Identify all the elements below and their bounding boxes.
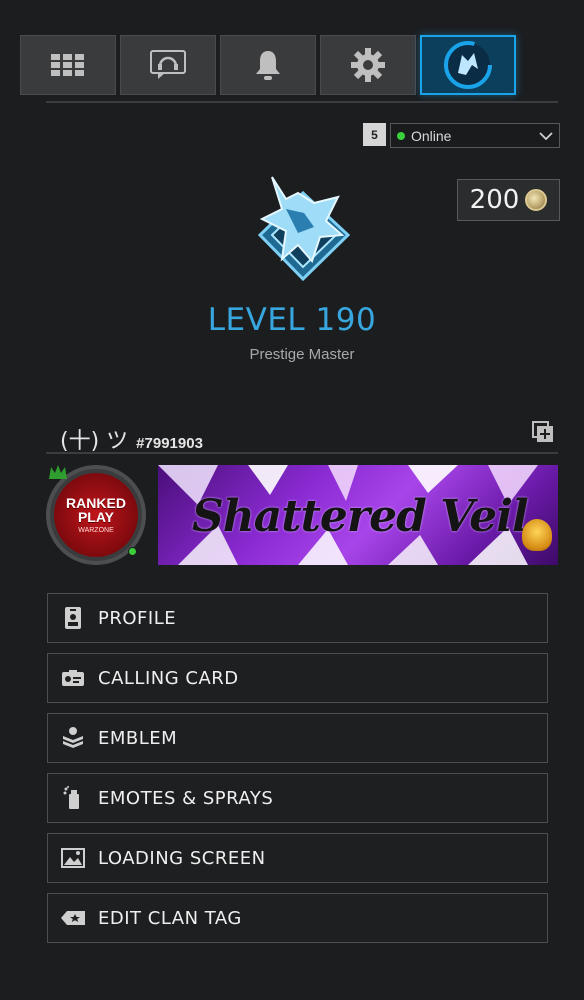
player-id: #7991903 — [136, 435, 203, 452]
gear-icon — [351, 48, 385, 82]
spray-can-icon — [48, 786, 98, 810]
top-nav-tabs — [20, 35, 516, 95]
card-icon — [48, 669, 98, 687]
rank-emblem — [252, 175, 354, 293]
player-level: LEVEL 190 — [207, 302, 377, 338]
menu-item-label: EDIT CLAN TAG — [98, 907, 242, 929]
identity-divider — [46, 452, 558, 454]
calling-card-banner[interactable]: Shattered Veil — [158, 465, 558, 565]
menu-item-label: LOADING SCREEN — [98, 847, 266, 869]
menu-item-edit-clan-tag[interactable]: EDIT CLAN TAG — [47, 893, 548, 943]
cod-points-value: 200 — [469, 185, 520, 215]
grid-icon — [51, 54, 85, 76]
menu-item-calling-card[interactable]: CALLING CARD — [47, 653, 548, 703]
status-dropdown-label: Online — [411, 127, 452, 144]
menu-item-label: EMOTES & SPRAYS — [98, 787, 274, 809]
player-identity: (十) ツ #7991903 — [60, 423, 203, 455]
cod-points-balance[interactable]: 200 — [457, 179, 560, 221]
bell-icon — [254, 49, 282, 81]
tab-settings[interactable] — [320, 35, 416, 95]
emblem-online-dot — [128, 547, 137, 556]
status-row: 5 Online — [363, 123, 560, 148]
menu-item-profile[interactable]: PROFILE — [47, 593, 548, 643]
menu-item-loading-screen[interactable]: LOADING SCREEN — [47, 833, 548, 883]
menu-item-emblem[interactable]: EMBLEM — [47, 713, 548, 763]
menu-item-emotes-sprays[interactable]: EMOTES & SPRAYS — [47, 773, 548, 823]
menu-item-label: EMBLEM — [98, 727, 178, 749]
tag-icon — [48, 910, 98, 926]
header-divider — [46, 101, 558, 103]
id-badge-icon — [48, 606, 98, 630]
wolf-profile-icon — [442, 39, 494, 91]
status-dropdown[interactable]: Online — [390, 123, 560, 148]
prestige-title: Prestige Master — [249, 346, 355, 363]
tab-grid[interactable] — [20, 35, 116, 95]
calling-card-title: Shattered Veil — [192, 491, 529, 542]
player-name: (十) ツ — [60, 429, 129, 454]
image-icon — [48, 848, 98, 868]
emblem-text-line2: PLAY — [77, 509, 115, 525]
menu-item-label: CALLING CARD — [98, 667, 239, 689]
ranked-play-emblem: RANKED PLAY WARZONE — [54, 473, 138, 557]
wolf-rank-icon — [257, 176, 351, 282]
copy-id-icon[interactable] — [532, 421, 554, 443]
profile-menu: PROFILE CALLING CARD EMBLEM EMOTES & SPR… — [47, 593, 548, 953]
chevron-down-icon — [539, 127, 553, 145]
emblem-text-line1: RANKED — [66, 495, 126, 511]
online-status-dot — [397, 131, 405, 140]
emblem-icon — [48, 726, 98, 750]
leader-crown-icon — [48, 464, 68, 480]
menu-item-label: PROFILE — [98, 607, 177, 629]
party-count-badge: 5 — [363, 123, 386, 146]
headset-icon — [150, 50, 186, 80]
tab-profile[interactable] — [420, 35, 516, 95]
tab-notifications[interactable] — [220, 35, 316, 95]
gold-skull-icon — [522, 519, 552, 551]
cod-points-coin-icon — [525, 189, 548, 211]
emblem-text-line3: WARZONE — [78, 527, 114, 534]
tab-chat[interactable] — [120, 35, 216, 95]
